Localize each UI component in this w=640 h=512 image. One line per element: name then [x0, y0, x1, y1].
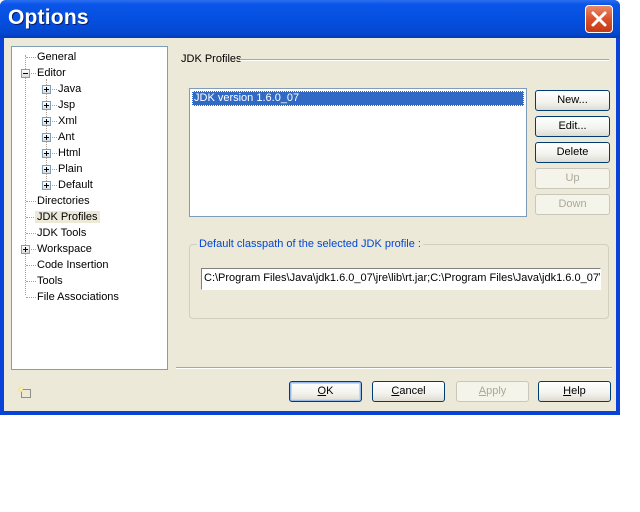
tree-item-label: JDK Tools [37, 227, 87, 239]
tree-item-label: Jsp [58, 99, 76, 111]
delete-button[interactable]: Delete [535, 142, 610, 163]
help-button[interactable]: Help [538, 381, 611, 402]
tree-item-label: Java [58, 83, 82, 95]
tree-item-workspace[interactable]: Workspace [35, 241, 94, 257]
jdk-profiles-group-label: JDK Profiles [181, 53, 242, 65]
ok-mnemonic: O [317, 385, 327, 397]
tree-item-java[interactable]: Java [56, 81, 83, 97]
tree-item-code-insertion[interactable]: Code Insertion [35, 257, 111, 273]
ok-button-label: OK [318, 385, 334, 397]
tree-item-label: Editor [37, 67, 66, 79]
tree-item-label: JDK Profiles [35, 211, 100, 223]
expand-plus-icon[interactable] [42, 165, 51, 174]
tree-item-label: Ant [58, 131, 75, 143]
expand-plus-icon[interactable] [42, 149, 51, 158]
expand-plus-icon[interactable] [42, 85, 51, 94]
ok-button[interactable]: OK [289, 381, 362, 402]
jdk-profiles-list[interactable]: JDK version 1.6.0_07 [189, 88, 527, 217]
close-button[interactable] [585, 5, 613, 33]
tree-item-ant[interactable]: Ant [56, 129, 77, 145]
edit-button[interactable]: Edit... [535, 116, 610, 137]
tree-item-label: Directories [37, 195, 90, 207]
up-button[interactable]: Up [535, 168, 610, 189]
cancel-button-label: Cancel [391, 385, 425, 397]
list-item-jdk-profile[interactable]: JDK version 1.6.0_07 [192, 91, 524, 106]
tree-item-jdk-profiles[interactable]: JDK Profiles [35, 209, 100, 225]
apply-rest: pply [486, 385, 507, 397]
cancel-rest: ancel [399, 385, 426, 397]
tree-line [25, 55, 26, 295]
dialog-client-area: General Editor Java Jsp Xml Ant Html Plain Defau… [4, 38, 616, 411]
apply-mnemonic: A [478, 385, 487, 397]
new-folder-sparkle-icon [18, 387, 31, 398]
apply-button[interactable]: Apply [456, 381, 529, 402]
tree-item-tools[interactable]: Tools [35, 273, 65, 289]
expand-plus-icon[interactable] [21, 245, 30, 254]
down-button[interactable]: Down [535, 194, 610, 215]
tree-item-xml[interactable]: Xml [56, 113, 79, 129]
tree-item-jdk-tools[interactable]: JDK Tools [35, 225, 88, 241]
tree-item-directories[interactable]: Directories [35, 193, 92, 209]
ok-rest: K [326, 385, 334, 397]
collapse-minus-icon[interactable] [21, 69, 30, 78]
close-x-icon [591, 11, 607, 27]
tree-item-general[interactable]: General [35, 49, 78, 65]
tree-item-editor[interactable]: Editor [35, 65, 68, 81]
help-button-label: Help [563, 385, 586, 397]
help-rest: elp [571, 385, 586, 397]
window-title: Options [8, 6, 89, 29]
title-bar[interactable]: Options [0, 0, 620, 38]
classpath-label: Default classpath of the selected JDK pr… [197, 238, 423, 250]
help-mnemonic: H [563, 385, 572, 397]
tree-item-label: Default [58, 179, 93, 191]
tree-item-label: Plain [58, 163, 83, 175]
expand-plus-icon[interactable] [42, 117, 51, 126]
tree-item-label: Html [58, 147, 81, 159]
apply-button-label: Apply [479, 385, 507, 397]
expand-plus-icon[interactable] [42, 181, 51, 190]
cancel-button[interactable]: Cancel [372, 381, 445, 402]
tree-item-html[interactable]: Html [56, 145, 83, 161]
expand-plus-icon[interactable] [42, 101, 51, 110]
options-tree[interactable]: General Editor Java Jsp Xml Ant Html Plain Defau… [11, 46, 168, 370]
tree-item-label: Xml [58, 115, 77, 127]
group-divider [240, 59, 609, 61]
classpath-field[interactable]: C:\Program Files\Java\jdk1.6.0_07\jre\li… [201, 268, 601, 290]
tree-item-plain[interactable]: Plain [56, 161, 84, 177]
tree-item-label: Code Insertion [37, 259, 109, 271]
new-button[interactable]: New... [535, 90, 610, 111]
tree-item-label: Workspace [37, 243, 92, 255]
tree-item-label: File Associations [37, 291, 119, 303]
tree-item-file-associations[interactable]: File Associations [35, 289, 121, 305]
footer-separator [176, 367, 612, 369]
tree-item-default[interactable]: Default [56, 177, 95, 193]
tree-item-label: General [37, 51, 77, 63]
tree-item-jsp[interactable]: Jsp [56, 97, 77, 113]
expand-plus-icon[interactable] [42, 133, 51, 142]
tree-item-label: Tools [37, 275, 63, 287]
options-dialog: Options General Editor Java Jsp Xml Ant Html Pl… [0, 0, 620, 415]
